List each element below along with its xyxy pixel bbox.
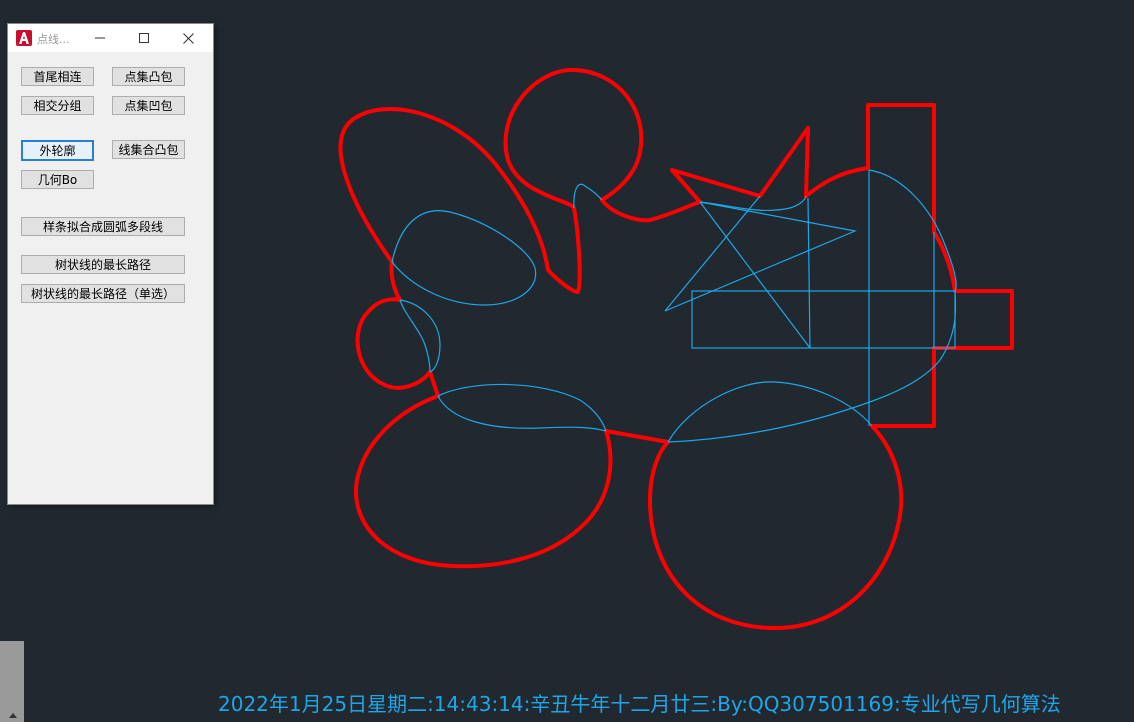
scrollbar-fragment[interactable] (0, 641, 24, 722)
dialog-titlebar[interactable]: 点线... (8, 24, 213, 52)
maximize-button[interactable] (122, 24, 166, 52)
close-button[interactable] (166, 24, 210, 52)
entity-spline-2[interactable] (437, 383, 607, 432)
status-line-text: 2022年1月25日星期二:14:43:14:辛丑牛年十二月廿三:By:QQ30… (218, 692, 1061, 716)
entity-spline-1[interactable] (391, 210, 537, 306)
outer-contour-button[interactable]: 外轮廓 (21, 140, 94, 161)
connect-ends-button[interactable]: 首尾相连 (21, 67, 94, 86)
entity-vline-1[interactable] (807, 197, 811, 349)
minimize-button[interactable] (78, 24, 122, 52)
outer-contour-path[interactable] (338, 67, 1014, 630)
spline-fit-button[interactable]: 样条拟合成圆弧多段线 (21, 217, 185, 236)
point-concave-hull-button[interactable]: 点集凹包 (112, 96, 185, 115)
entity-rectangle[interactable] (691, 290, 956, 349)
entity-star[interactable] (664, 195, 858, 349)
minimize-icon (95, 37, 105, 39)
tree-longest-path-single-button[interactable]: 树状线的最长路径（单选） (21, 284, 185, 303)
point-convex-hull-button[interactable]: 点集凸包 (112, 67, 185, 86)
close-icon (182, 32, 194, 44)
dialog-title: 点线... (37, 33, 70, 46)
maximize-icon (139, 33, 149, 43)
entity-arc-1[interactable] (399, 299, 441, 373)
entity-line-1[interactable] (399, 299, 431, 373)
line-convex-hull-button[interactable]: 线集合凸包 (112, 140, 185, 159)
tree-longest-path-button[interactable]: 树状线的最长路径 (21, 255, 185, 274)
entity-spline-8[interactable] (868, 169, 957, 292)
entity-spline-5[interactable] (667, 290, 957, 443)
geometry-bo-button[interactable]: 几何Bo (21, 170, 94, 189)
entity-spline-6[interactable] (573, 183, 603, 209)
tools-dialog: 点线... 首尾相连 点集凸包 相交分组 点集凹包 外轮廓 线集合凸包 几何Bo… (8, 24, 213, 504)
entity-spline-7[interactable] (699, 195, 807, 211)
intersect-group-button[interactable]: 相交分组 (21, 96, 94, 115)
scroll-up-arrow-icon[interactable] (9, 713, 17, 718)
autocad-logo-icon (16, 30, 32, 46)
